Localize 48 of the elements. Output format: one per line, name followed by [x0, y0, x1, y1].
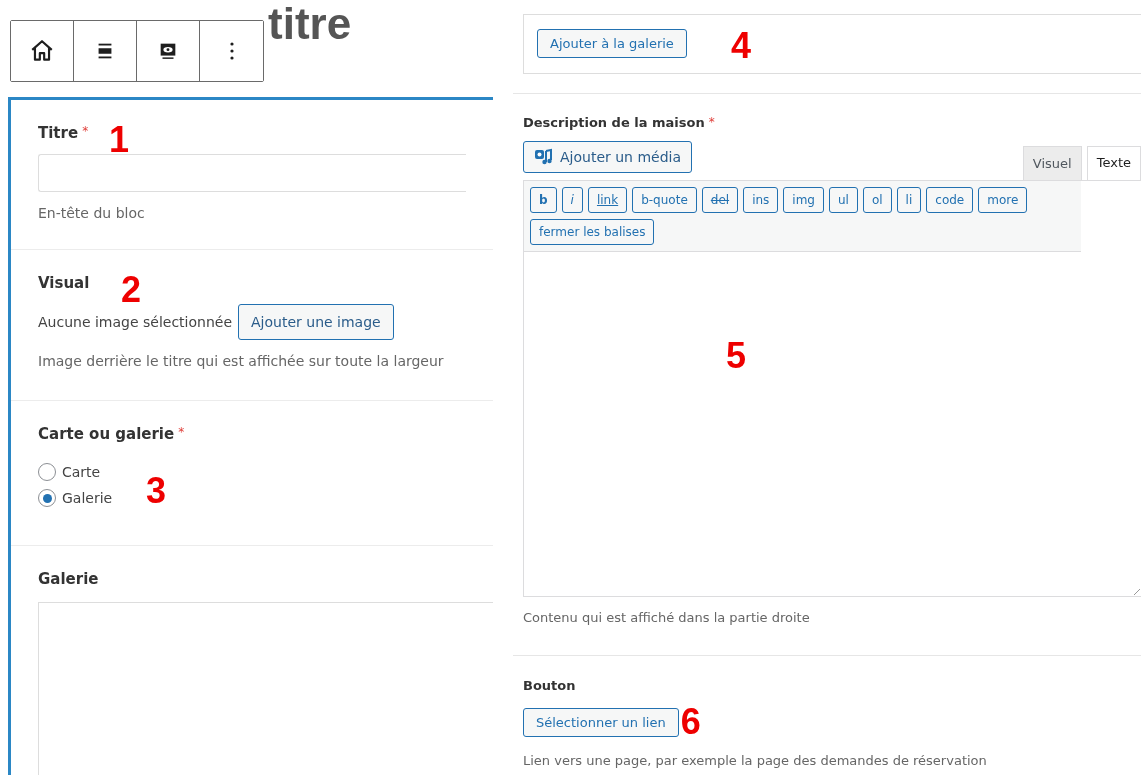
help-text: Lien vers une page, par exemple la page des demandes de réservation [523, 753, 988, 768]
quicktag-button[interactable]: more [978, 187, 1028, 213]
annotation-number: 3 [146, 473, 167, 509]
title-input[interactable] [38, 154, 466, 192]
quicktag-button[interactable]: del [701, 187, 739, 213]
quicktag-button[interactable]: i [561, 187, 583, 213]
quicktag-button[interactable]: img [783, 187, 824, 213]
image-status: Aucune image sélectionnée [38, 314, 233, 330]
add-media-button[interactable]: Ajouter un média [523, 141, 693, 173]
field-label: Carte ou galerie [38, 425, 175, 443]
field-label: Visual [38, 274, 90, 292]
select-link-button[interactable]: Sélectionner un lien [523, 707, 679, 737]
page-title: titre [268, 0, 352, 49]
help-text: En-tête du bloc [38, 205, 146, 221]
radio-button[interactable] [38, 489, 56, 507]
quicktag-button[interactable]: ol [862, 187, 892, 213]
help-text: Image derrière le titre qui est affichée sur toute la largeur [38, 353, 445, 369]
quicktag-button[interactable]: li [896, 187, 922, 213]
editor-tab[interactable]: Visuel [1022, 146, 1082, 180]
annotation-number: 6 [680, 704, 701, 740]
field-label: Description de la maison [523, 115, 705, 130]
required-mark: * [708, 115, 715, 129]
field-label: Titre [38, 124, 79, 142]
radio-label: Carte [62, 464, 101, 480]
help-text: Contenu qui est affiché dans la partie droite [523, 610, 811, 625]
quicktag-button[interactable]: b [530, 187, 557, 213]
resize-handle-icon[interactable] [1134, 589, 1140, 595]
annotation-number: 5 [726, 338, 747, 374]
radio-label: Galerie [62, 490, 113, 506]
quicktag-button[interactable]: ins [743, 187, 779, 213]
quicktag-button[interactable]: code [926, 187, 974, 213]
required-mark: * [178, 425, 185, 439]
annotation-number: 4 [731, 28, 752, 64]
quicktag-button[interactable]: link [587, 187, 628, 213]
quicktag-button[interactable]: b-quote [632, 187, 697, 213]
field-label: Bouton [523, 678, 576, 693]
add-to-gallery-button[interactable]: Ajouter à la galerie [537, 29, 687, 58]
field-label: Galerie [38, 570, 99, 588]
home-icon[interactable] [11, 21, 74, 81]
add-image-button[interactable]: Ajouter une image [238, 304, 394, 340]
annotation-number: 1 [109, 122, 130, 158]
quicktag-button[interactable]: ul [828, 187, 858, 213]
annotation-number: 2 [121, 272, 142, 308]
radio-button[interactable] [38, 463, 56, 481]
editor-tab[interactable]: Texte [1086, 146, 1141, 180]
required-mark: * [82, 124, 89, 138]
quicktag-button[interactable]: fermer les balises [530, 219, 655, 245]
media-icon [534, 148, 554, 166]
